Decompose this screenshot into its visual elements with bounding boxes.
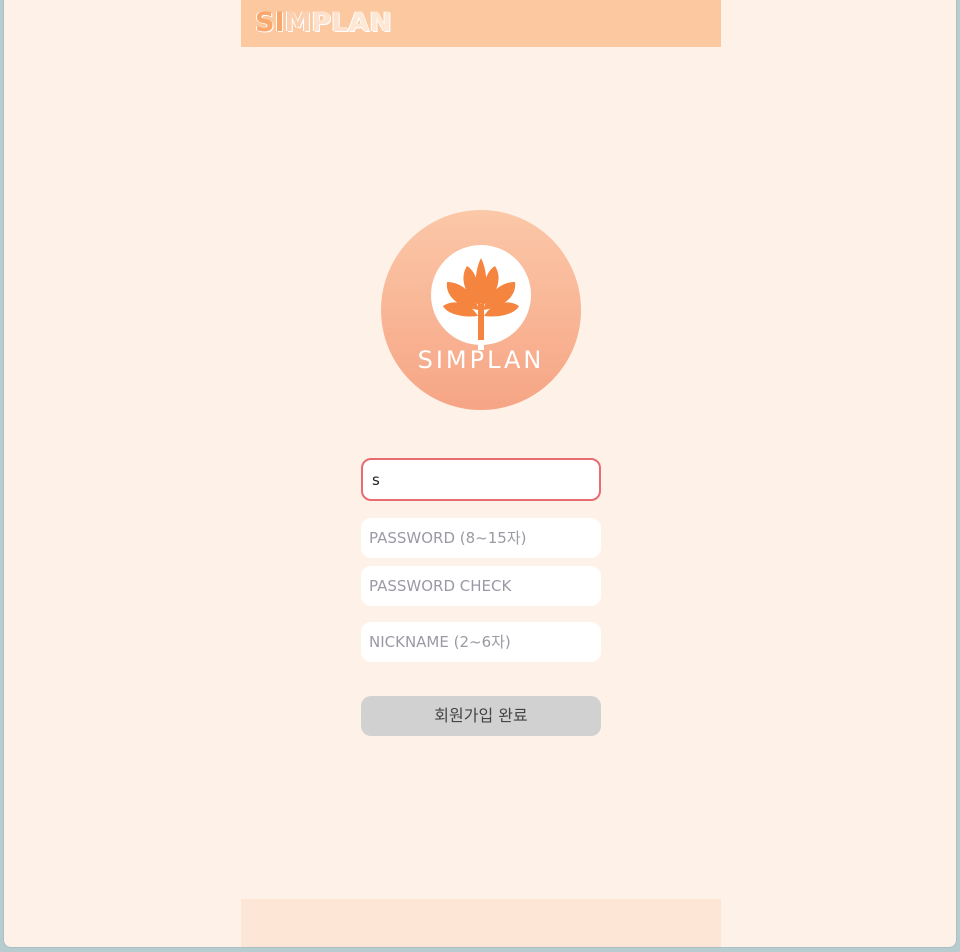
brand-letter: N <box>369 7 392 38</box>
app-logo: SIMPLAN <box>381 210 581 410</box>
brand-letter: L <box>331 7 349 38</box>
tree-icon <box>431 245 531 350</box>
brand-letter: S <box>255 7 275 38</box>
brand-letter: I <box>274 7 285 38</box>
id-input[interactable] <box>361 458 601 501</box>
brand-letter: M <box>284 7 312 38</box>
brand-letter: A <box>348 7 370 38</box>
nickname-input[interactable] <box>361 622 601 662</box>
app-window: SIMPLAN SIMPLAN 회원가입 완료 <box>3 0 957 948</box>
password-input[interactable] <box>361 518 601 558</box>
password-check-input[interactable] <box>361 566 601 606</box>
logo-wordmark: SIMPLAN <box>417 346 545 374</box>
brand-logo-text[interactable]: SIMPLAN <box>255 4 392 42</box>
app-header: SIMPLAN <box>241 0 721 47</box>
brand-letter: P <box>311 7 332 38</box>
signup-complete-button[interactable]: 회원가입 완료 <box>361 696 601 736</box>
app-footer <box>241 899 721 947</box>
